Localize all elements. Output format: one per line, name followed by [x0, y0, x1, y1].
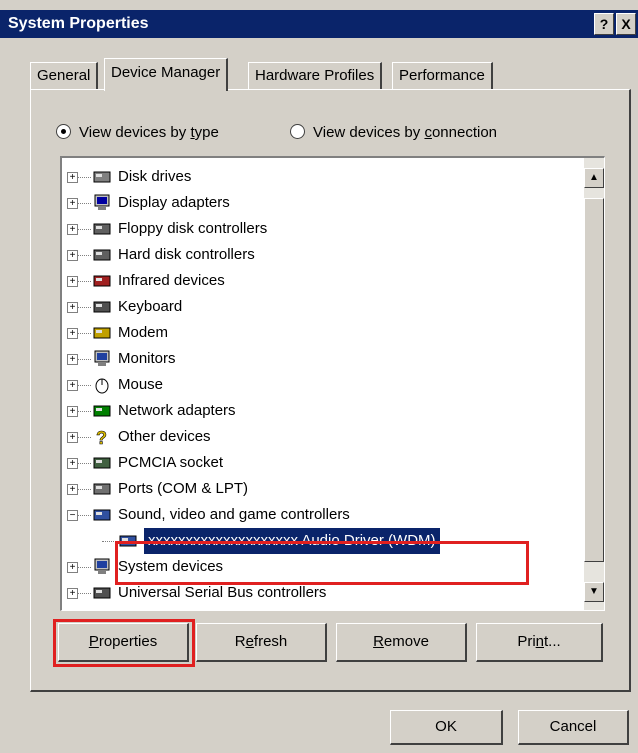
disk-drive-icon — [92, 168, 112, 186]
tab-performance[interactable]: Performance — [392, 62, 493, 89]
device-tree-category[interactable]: + System devices — [62, 554, 582, 580]
system-device-icon — [92, 558, 112, 576]
view-by-connection-label: View devices by connection — [313, 124, 498, 141]
device-tree-category[interactable]: +? Other devices — [62, 424, 582, 450]
tree-connector — [77, 437, 91, 438]
svg-text:?: ? — [96, 428, 107, 446]
sound-controller-icon — [92, 506, 112, 524]
window-title: System Properties — [8, 15, 149, 32]
scroll-thumb[interactable] — [584, 198, 604, 562]
tree-connector — [77, 255, 91, 256]
title-bar[interactable]: System Properties ? X — [0, 10, 638, 38]
category-name: Network adapters — [118, 402, 236, 419]
monitor-icon — [92, 350, 112, 368]
tree-connector — [77, 177, 91, 178]
scroll-up-arrow-icon[interactable]: ▲ — [584, 168, 604, 188]
device-tree[interactable]: + Disk drives + Display adapters + Floppy dis… — [60, 156, 605, 611]
refresh-button[interactable]: Refresh — [196, 623, 327, 662]
category-name: Monitors — [118, 350, 176, 367]
tree-connector — [77, 203, 91, 204]
question-mark-icon: ? — [92, 428, 112, 449]
category-name: Universal Serial Bus controllers — [118, 584, 327, 601]
tab-hardware-profiles[interactable]: Hardware Profiles — [248, 62, 383, 89]
hard-disk-controller-icon — [92, 246, 112, 264]
category-name: Sound, video and game controllers — [118, 506, 350, 523]
tree-connector — [77, 489, 91, 490]
help-button[interactable]: ? — [594, 13, 614, 35]
device-tree-category[interactable]: + Mouse — [62, 372, 582, 398]
category-name: Display adapters — [118, 194, 230, 211]
radio-unchecked-icon — [290, 124, 305, 139]
display-adapter-icon — [92, 194, 112, 212]
mouse-icon — [92, 376, 112, 394]
device-tree-category[interactable]: − Sound, video and game controllers — [62, 502, 582, 528]
tree-connector — [77, 515, 91, 516]
tree-connector — [77, 463, 91, 464]
device-tree-category[interactable]: + PCMCIA socket — [62, 450, 582, 476]
tree-connector — [77, 307, 91, 308]
vertical-scrollbar[interactable]: ▲ ▼ — [584, 158, 604, 610]
category-name: Mouse — [118, 376, 164, 393]
pcmcia-icon — [92, 454, 112, 472]
category-name: Keyboard — [118, 298, 183, 315]
view-by-connection-radio[interactable]: View devices by connection — [290, 122, 497, 144]
remove-button[interactable]: Remove — [336, 623, 467, 662]
ok-button[interactable]: OK — [390, 710, 503, 745]
tree-connector — [77, 359, 91, 360]
device-tree-category[interactable]: + Infrared devices — [62, 268, 582, 294]
properties-button[interactable]: Properties — [58, 623, 189, 662]
category-name: Hard disk controllers — [118, 246, 255, 263]
tree-connector — [77, 229, 91, 230]
tab-device-manager[interactable]: Device Manager — [104, 58, 229, 91]
category-name: Disk drives — [118, 168, 192, 185]
device-name: xxxxxxxxxxxxxxxxxxxx Audio Driver (WDM) — [144, 528, 440, 554]
category-name: Modem — [118, 324, 169, 341]
device-tree-category[interactable]: + Ports (COM & LPT) — [62, 476, 582, 502]
floppy-controller-icon — [92, 220, 112, 238]
device-tree-category[interactable]: + Universal Serial Bus controllers — [62, 580, 582, 606]
scroll-down-arrow-icon[interactable]: ▼ — [584, 582, 604, 602]
tree-connector — [77, 333, 91, 334]
tree-connector — [77, 281, 91, 282]
device-tree-category[interactable]: + Modem — [62, 320, 582, 346]
category-name: Ports (COM & LPT) — [118, 480, 249, 497]
system-properties-window: System Properties ? X General Device Man… — [0, 0, 638, 753]
view-by-type-radio[interactable]: View devices by type — [56, 122, 219, 144]
tree-connector — [77, 593, 91, 594]
category-name: PCMCIA socket — [118, 454, 224, 471]
category-name: System devices — [118, 558, 224, 575]
keyboard-icon — [92, 298, 112, 316]
device-tree-category[interactable]: + Disk drives — [62, 164, 582, 190]
tree-connector — [102, 541, 116, 542]
tree-connector — [77, 385, 91, 386]
infrared-icon — [92, 272, 112, 290]
device-tree-child-item[interactable]: xxxxxxxxxxxxxxxxxxxx Audio Driver (WDM) — [62, 528, 582, 554]
port-icon — [92, 480, 112, 498]
tree-connector — [77, 567, 91, 568]
usb-icon — [92, 584, 112, 602]
view-by-type-label: View devices by type — [79, 124, 219, 141]
device-tree-category[interactable]: + Hard disk controllers — [62, 242, 582, 268]
cancel-button[interactable]: Cancel — [518, 710, 629, 745]
device-tree-category[interactable]: + Keyboard — [62, 294, 582, 320]
device-tree-category[interactable]: + Monitors — [62, 346, 582, 372]
radio-checked-icon — [56, 124, 71, 139]
network-adapter-icon — [92, 402, 112, 420]
device-tree-category[interactable]: + Floppy disk controllers — [62, 216, 582, 242]
close-button[interactable]: X — [616, 13, 636, 35]
device-tree-category[interactable]: + Display adapters — [62, 190, 582, 216]
category-name: Other devices — [118, 428, 211, 445]
modem-icon — [92, 324, 112, 342]
category-name: Infrared devices — [118, 272, 225, 289]
print-button[interactable]: Print... — [476, 623, 603, 662]
device-tree-category[interactable]: + Network adapters — [62, 398, 582, 424]
category-name: Floppy disk controllers — [118, 220, 268, 237]
tree-connector — [77, 411, 91, 412]
tab-general[interactable]: General — [30, 62, 99, 89]
audio-driver-icon — [118, 532, 138, 550]
